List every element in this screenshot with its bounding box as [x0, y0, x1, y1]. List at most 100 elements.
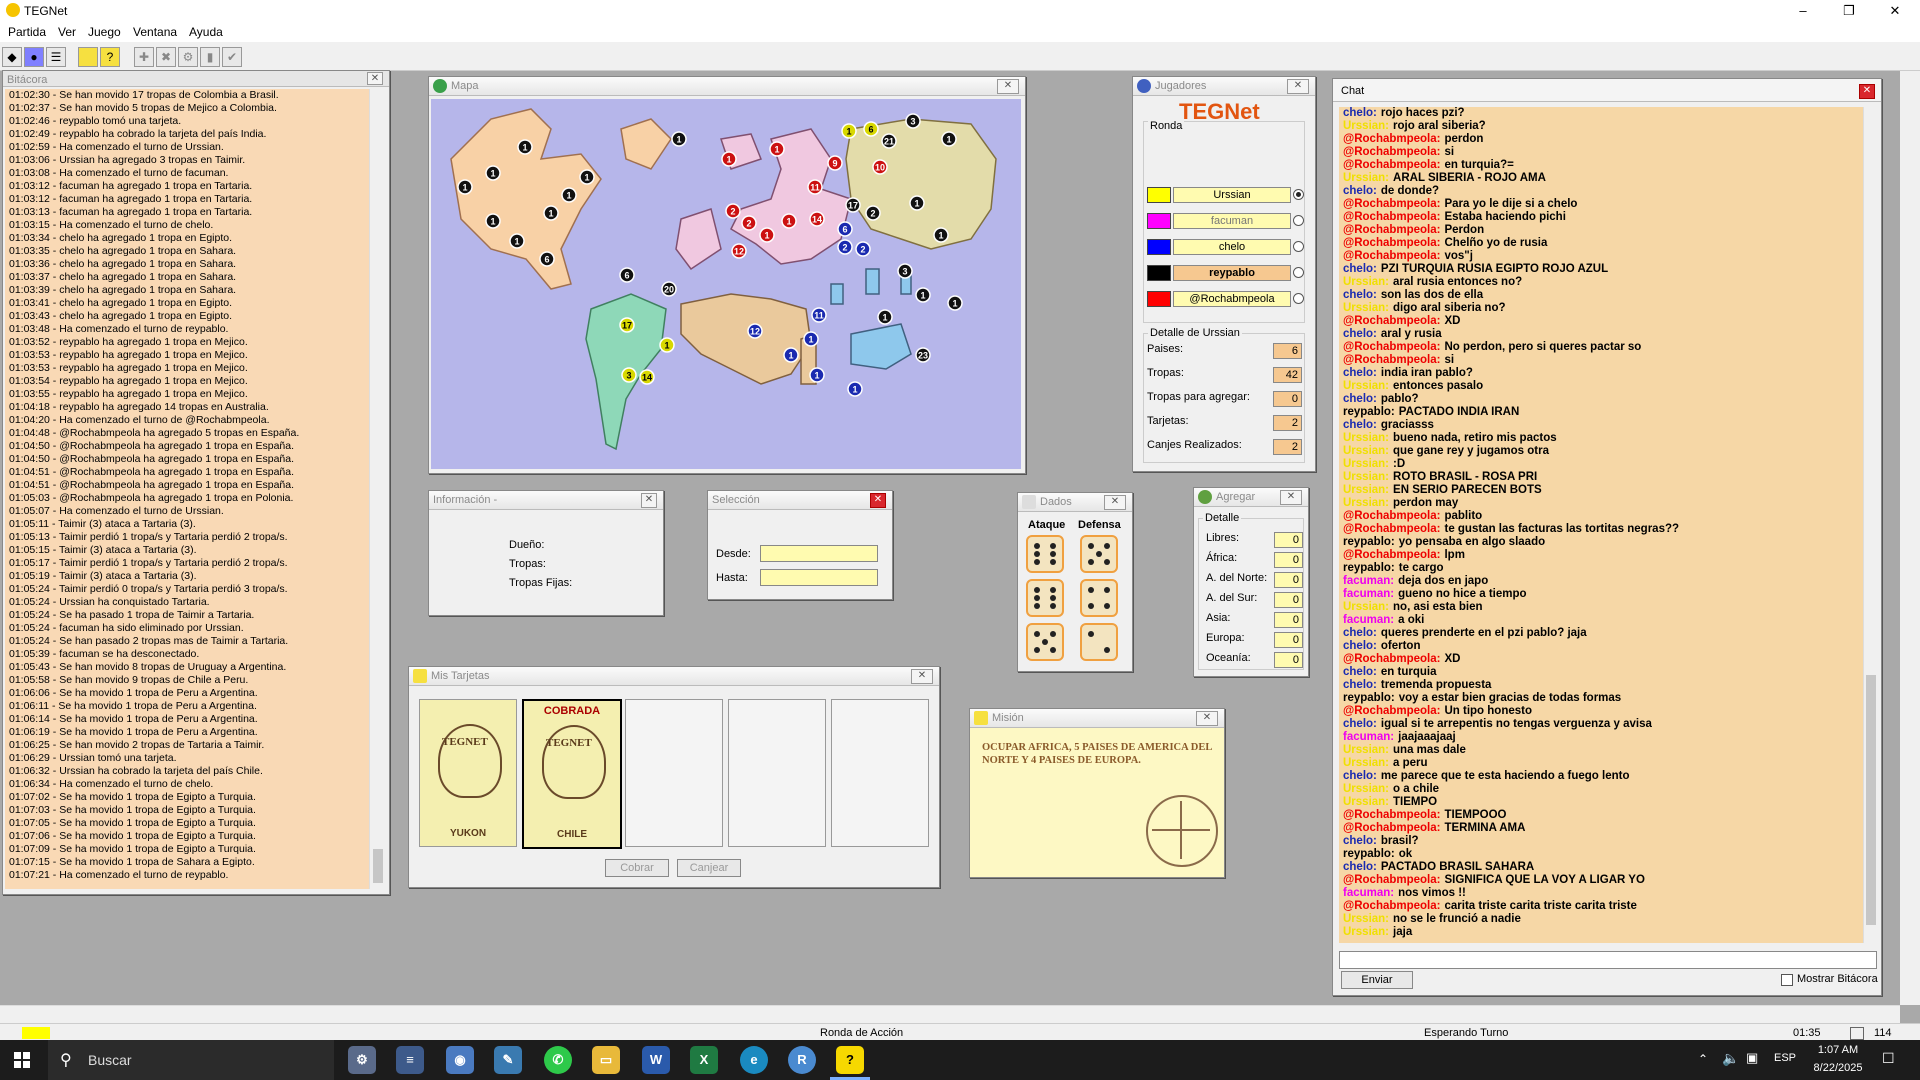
- player-turn-radio[interactable]: [1293, 189, 1304, 200]
- player-turn-radio[interactable]: [1293, 267, 1304, 278]
- menu-ventana[interactable]: Ventana: [133, 25, 177, 39]
- tray-chevron-icon[interactable]: ⌃: [1698, 1052, 1708, 1066]
- chat-username: @Rochabmpeola:: [1343, 822, 1441, 834]
- army-count: 1: [490, 217, 495, 227]
- jugadores-close-button[interactable]: ✕: [1287, 79, 1309, 94]
- chat-username: @Rochabmpeola:: [1343, 653, 1441, 665]
- mission-icon[interactable]: ?: [100, 47, 120, 67]
- move-icon[interactable]: ⚙: [178, 47, 198, 67]
- tegnet-taskbar-icon[interactable]: ?: [836, 1046, 864, 1074]
- agregar-value[interactable]: 0: [1274, 612, 1303, 628]
- agregar-value[interactable]: 0: [1274, 572, 1303, 588]
- player-turn-radio[interactable]: [1293, 215, 1304, 226]
- army-count: 1: [914, 199, 919, 209]
- world-map[interactable]: 11111111161211211211149 1062 2121111111 617…: [431, 99, 1021, 469]
- agregar-value[interactable]: 0: [1274, 652, 1303, 668]
- clock-time[interactable]: 1:07 AM: [1808, 1044, 1868, 1056]
- chat-close-button[interactable]: ✕: [1859, 84, 1875, 99]
- notepad-icon[interactable]: ✎: [494, 1046, 522, 1074]
- player-turn-radio[interactable]: [1293, 293, 1304, 304]
- chat-scrollbar[interactable]: [1863, 107, 1878, 943]
- seleccion-close-button[interactable]: ✕: [870, 493, 886, 508]
- hasta-field[interactable]: [760, 569, 878, 586]
- chat-message: Urssian: digo aral siberia no?: [1339, 302, 1863, 315]
- agregar-label: Libres:: [1206, 532, 1240, 544]
- cobrar-button[interactable]: Cobrar: [605, 859, 669, 877]
- agregar-value[interactable]: 0: [1274, 532, 1303, 548]
- enviar-button[interactable]: Enviar: [1341, 971, 1413, 989]
- player-name: @Rochabmpeola: [1173, 291, 1291, 307]
- menu-ayuda[interactable]: Ayuda: [189, 25, 223, 39]
- r-icon[interactable]: R: [788, 1046, 816, 1074]
- chat-input[interactable]: [1339, 951, 1877, 969]
- defensa-label: Defensa: [1078, 519, 1121, 531]
- whatsapp-icon[interactable]: ✆: [544, 1046, 572, 1074]
- mision-close-button[interactable]: ✕: [1196, 711, 1218, 726]
- workspace-hscroll[interactable]: [0, 1005, 1900, 1024]
- chat-username: chelo:: [1343, 393, 1377, 405]
- desde-field[interactable]: [760, 545, 878, 562]
- army-count: 2: [842, 243, 847, 253]
- card-chile[interactable]: COBRADA TEGNET CHILE: [522, 699, 622, 849]
- army-count: 3: [910, 117, 915, 127]
- connect-icon[interactable]: ◆: [2, 47, 22, 67]
- excel-icon[interactable]: X: [690, 1046, 718, 1074]
- seleccion-title: Selección: [712, 494, 760, 506]
- mapa-window: Mapa ✕ 1 1 1 1 1 1 1 1 1 6 1 2 1 12 1 1 2 11 14 9 10 6 2 2 12 11 1…: [428, 76, 1026, 474]
- globe-app-icon[interactable]: ◉: [446, 1046, 474, 1074]
- search-box[interactable]: ⚲ Buscar: [48, 1040, 334, 1080]
- agregar-close-button[interactable]: ✕: [1280, 490, 1302, 505]
- agregar-value[interactable]: 0: [1274, 552, 1303, 568]
- canjear-button[interactable]: Canjear: [677, 859, 741, 877]
- card-yukon[interactable]: TEGNET YUKON: [419, 699, 517, 847]
- mostrar-bitacora-checkbox[interactable]: [1781, 974, 1793, 986]
- card-icon[interactable]: [78, 47, 98, 67]
- chat-text: tremenda propuesta: [1380, 679, 1492, 691]
- color-icon[interactable]: ●: [24, 47, 44, 67]
- agregar-value[interactable]: 0: [1274, 632, 1303, 648]
- list-icon[interactable]: ☰: [46, 47, 66, 67]
- minimize-button[interactable]: –: [1780, 0, 1826, 22]
- player-name: chelo: [1173, 239, 1291, 255]
- attack-icon[interactable]: ✖: [156, 47, 176, 67]
- clock-date[interactable]: 8/22/2025: [1804, 1062, 1872, 1074]
- attack-die: [1026, 535, 1064, 573]
- dados-close-button[interactable]: ✕: [1104, 495, 1126, 510]
- workspace-vscroll[interactable]: [1900, 71, 1920, 1005]
- card-slot-empty: [625, 699, 723, 847]
- notification-icon[interactable]: ☐: [1882, 1050, 1895, 1067]
- menu-ver[interactable]: Ver: [58, 25, 76, 39]
- chat-username: Urssian:: [1343, 120, 1390, 132]
- player-name: reypablo: [1173, 265, 1291, 281]
- chat-text: Para yo le dije si a chelo: [1444, 198, 1578, 210]
- menu-juego[interactable]: Juego: [88, 25, 121, 39]
- tarjetas-close-button[interactable]: ✕: [911, 669, 933, 684]
- informacion-close-button[interactable]: ✕: [641, 493, 657, 508]
- edge-icon[interactable]: e: [740, 1046, 768, 1074]
- word-icon[interactable]: W: [642, 1046, 670, 1074]
- chat-text: :D: [1393, 458, 1406, 470]
- card-slot-empty: [728, 699, 826, 847]
- chat-username: @Rochabmpeola:: [1343, 523, 1441, 535]
- add-icon[interactable]: ✚: [134, 47, 154, 67]
- game-icon[interactable]: ⚙: [348, 1046, 376, 1074]
- end-turn-icon[interactable]: ✔: [222, 47, 242, 67]
- deck-icon[interactable]: ▮: [200, 47, 220, 67]
- windows-start-icon[interactable]: [14, 1052, 30, 1068]
- tarjetas-icon: [413, 669, 427, 683]
- bitacora-scrollbar[interactable]: [369, 89, 386, 889]
- menu-partida[interactable]: Partida: [8, 25, 46, 39]
- network-icon[interactable]: ▣: [1746, 1050, 1758, 1066]
- mapa-close-button[interactable]: ✕: [997, 79, 1019, 94]
- bitacora-close-button[interactable]: ✕: [367, 72, 383, 85]
- player-turn-radio[interactable]: [1293, 241, 1304, 252]
- close-button[interactable]: ✕: [1872, 0, 1918, 22]
- maximize-button[interactable]: ❐: [1826, 0, 1872, 22]
- defense-die: [1080, 579, 1118, 617]
- language-indicator[interactable]: ESP: [1774, 1052, 1796, 1064]
- explorer-icon[interactable]: ▭: [592, 1046, 620, 1074]
- chat-message: @Rochabmpeola: Un tipo honesto: [1339, 705, 1863, 718]
- agregar-value[interactable]: 0: [1274, 592, 1303, 608]
- calculator-icon[interactable]: ≡: [396, 1046, 424, 1074]
- volume-icon[interactable]: 🔈: [1722, 1050, 1739, 1067]
